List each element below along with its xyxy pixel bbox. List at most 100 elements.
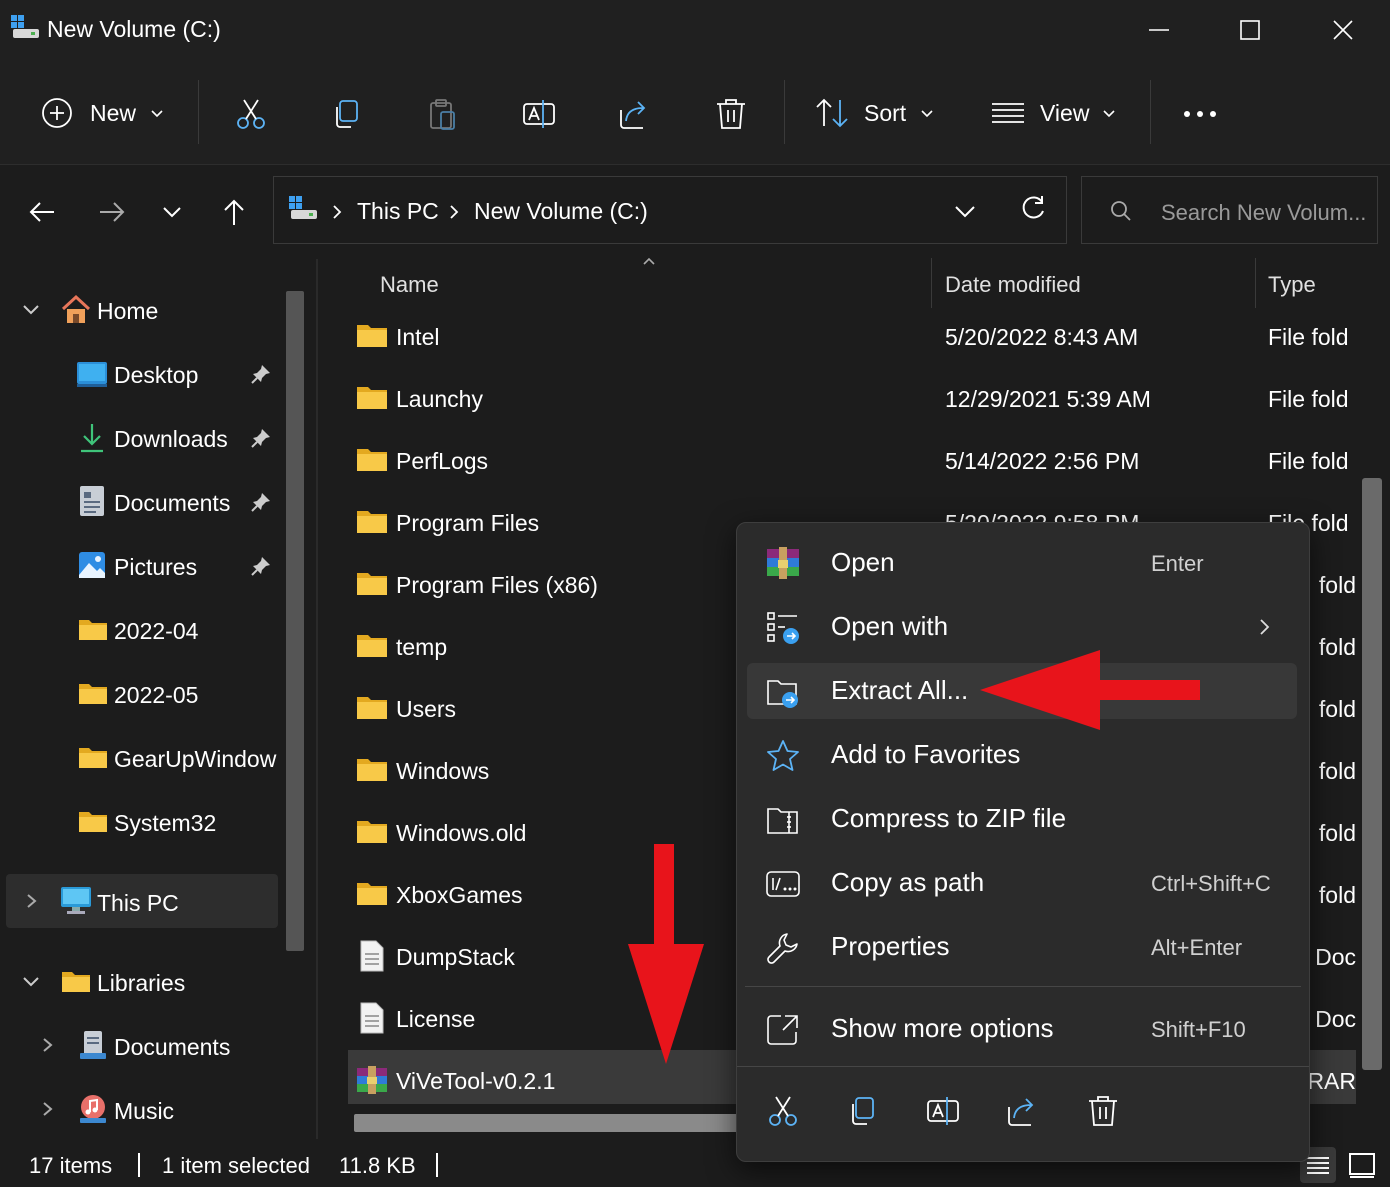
column-header-name[interactable]: Name (380, 272, 439, 298)
see-more-button[interactable] (1180, 94, 1220, 134)
horizontal-scrollbar[interactable] (354, 1114, 744, 1132)
copy-icon (336, 100, 358, 128)
chevron-down-icon (151, 110, 163, 118)
column-divider[interactable] (1255, 258, 1256, 308)
refresh-button[interactable] (1018, 194, 1048, 224)
file-row[interactable] (348, 308, 1356, 360)
share-icon (1008, 1098, 1034, 1126)
file-name: Launchy (396, 386, 483, 412)
sidebar-item-folder[interactable]: 2022-05 (114, 682, 198, 709)
arrow-right-icon (100, 202, 125, 222)
chevron-right-icon (1260, 619, 1270, 635)
menu-item-open[interactable]: Open Enter (747, 535, 1297, 591)
menu-item-compress-zip[interactable]: Compress to ZIP file (747, 791, 1297, 847)
view-button[interactable]: View (990, 92, 1120, 136)
file-name: PerfLogs (396, 448, 489, 474)
file-type: File fold (1268, 448, 1349, 474)
minimize-button[interactable] (1113, 0, 1205, 60)
address-dropdown-button[interactable] (952, 198, 978, 224)
search-placeholder: Search New Volum... (1161, 200, 1367, 225)
file-name: XboxGames (396, 882, 523, 908)
menu-delete-button[interactable] (1085, 1093, 1125, 1133)
open-with-icon (767, 612, 799, 644)
file-date: 5/14/2022 2:56 PM (945, 448, 1140, 474)
menu-separator (737, 1066, 1309, 1067)
new-button[interactable]: New (34, 92, 174, 136)
large-icons-view-button[interactable] (1344, 1147, 1380, 1183)
toolbar-divider (1150, 80, 1151, 144)
plus-circle-icon (42, 98, 72, 128)
chevron-right-icon[interactable] (40, 1099, 56, 1119)
menu-item-label: Properties (831, 931, 950, 961)
recent-locations-button[interactable] (160, 200, 184, 224)
sidebar-item-libraries[interactable]: Libraries (97, 970, 185, 997)
file-list-scrollbar[interactable] (1362, 478, 1382, 1070)
chevron-down-icon[interactable] (20, 299, 42, 321)
pin-icon[interactable] (250, 491, 272, 513)
chevron-right-icon[interactable] (40, 1035, 56, 1055)
file-row[interactable] (348, 432, 1356, 484)
menu-item-copy-as-path[interactable]: Copy as path Ctrl+Shift+C (747, 855, 1297, 911)
up-button[interactable] (218, 196, 250, 228)
delete-button[interactable] (711, 94, 751, 134)
menu-item-label: Show more options (831, 1013, 1054, 1043)
chevron-down-icon[interactable] (20, 971, 42, 993)
file-name: DumpStack (396, 944, 515, 970)
pane-divider[interactable] (316, 259, 318, 1139)
column-header-date[interactable]: Date modified (945, 272, 1081, 298)
document-icon (79, 485, 105, 517)
menu-shortcut: Enter (1151, 551, 1204, 576)
menu-share-button[interactable] (1005, 1093, 1045, 1133)
sidebar-item-pictures[interactable]: Pictures (114, 554, 197, 581)
menu-item-open-with[interactable]: Open with (747, 599, 1297, 655)
close-button[interactable] (1297, 0, 1389, 60)
sidebar-item-downloads[interactable]: Downloads (114, 426, 228, 453)
file-name: temp (396, 634, 448, 660)
menu-cut-button[interactable] (765, 1093, 805, 1133)
menu-item-add-to-favorites[interactable]: Add to Favorites (747, 727, 1297, 783)
column-header-type[interactable]: Type (1268, 272, 1316, 298)
file-row[interactable] (348, 370, 1356, 422)
cut-button[interactable] (231, 94, 271, 134)
pin-icon[interactable] (250, 555, 272, 577)
pin-icon[interactable] (250, 427, 272, 449)
breadcrumb-new-volume[interactable]: New Volume (C:) (474, 198, 648, 225)
rename-button[interactable] (519, 94, 559, 134)
breadcrumb-this-pc[interactable]: This PC (357, 198, 439, 225)
sidebar-item-folder[interactable]: GearUpWindow (114, 746, 282, 773)
column-divider[interactable] (931, 258, 932, 308)
menu-item-properties[interactable]: Properties Alt+Enter (747, 919, 1297, 975)
file-name: Program Files (x86) (396, 572, 598, 598)
share-button[interactable] (615, 94, 655, 134)
menu-item-show-more-options[interactable]: Show more options Shift+F10 (747, 1001, 1297, 1057)
menu-rename-button[interactable] (925, 1093, 965, 1133)
sort-button[interactable]: Sort (814, 92, 944, 136)
menu-shortcut: Ctrl+Shift+C (1151, 871, 1271, 896)
arrow-up-icon (224, 199, 244, 225)
sidebar-item-home[interactable]: Home (97, 298, 158, 325)
folder-icon (357, 759, 387, 781)
pin-icon[interactable] (250, 363, 272, 385)
sidebar-item-music[interactable]: Music (114, 1098, 174, 1125)
forward-button[interactable] (96, 196, 128, 228)
file-date: 12/29/2021 5:39 AM (945, 386, 1151, 412)
sidebar-item-folder[interactable]: System32 (114, 810, 216, 837)
maximize-button[interactable] (1204, 0, 1296, 60)
sidebar-item-desktop[interactable]: Desktop (114, 362, 198, 389)
back-button[interactable] (26, 196, 58, 228)
search-icon (1111, 201, 1131, 221)
sidebar-item-lib-documents[interactable]: Documents (114, 1034, 230, 1061)
file-date: 5/20/2022 8:43 AM (945, 324, 1139, 350)
sidebar-item-documents[interactable]: Documents (114, 490, 230, 517)
chevron-right-icon (450, 205, 459, 219)
view-label: View (1040, 100, 1090, 126)
sidebar-scrollbar[interactable] (286, 291, 304, 951)
sidebar-item-folder[interactable]: 2022-04 (114, 618, 198, 645)
menu-copy-button[interactable] (845, 1093, 885, 1133)
paste-button[interactable] (423, 94, 463, 134)
chevron-right-icon[interactable] (24, 891, 40, 911)
winrar-icon (767, 547, 799, 579)
pictures-icon (78, 551, 106, 579)
folder-icon (79, 748, 107, 768)
copy-button[interactable] (327, 94, 367, 134)
